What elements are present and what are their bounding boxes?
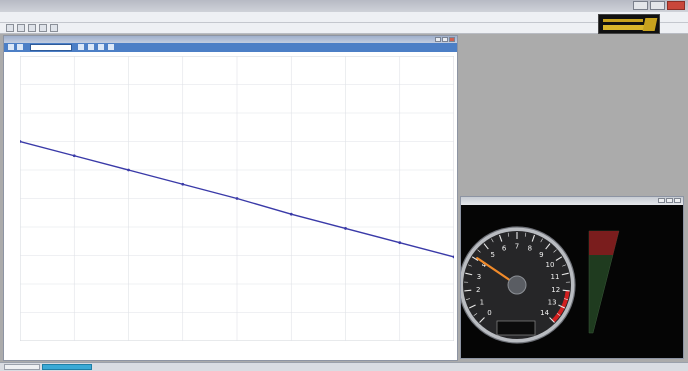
taskbar-tab-2[interactable] <box>42 364 92 370</box>
gauge-window: 01234567891011121314 <box>460 196 684 359</box>
data-point[interactable] <box>290 213 293 216</box>
menu-item-3[interactable] <box>88 13 116 22</box>
menu-item-2[interactable] <box>52 13 80 22</box>
gauge-window-title-bar <box>461 197 683 205</box>
gauge-maximize-button[interactable] <box>666 198 673 203</box>
chart-status-line <box>7 350 454 358</box>
taskbar-tab-1[interactable] <box>4 364 40 370</box>
chart-maximize-button[interactable] <box>442 37 448 42</box>
gauge-readout-box <box>497 321 535 335</box>
gauge-tick-label: 3 <box>477 273 481 281</box>
gauge-tick <box>464 290 471 291</box>
data-point[interactable] <box>181 183 184 186</box>
gauge-panel: 01234567891011121314 <box>461 205 683 358</box>
gauge-tick-label: 2 <box>476 286 480 294</box>
gauge-tick-label: 11 <box>551 273 560 281</box>
menu-item-4[interactable] <box>124 13 152 22</box>
chart-play-icon[interactable] <box>8 44 14 50</box>
menu-item-5[interactable] <box>160 13 188 22</box>
gauge-tick <box>563 290 570 291</box>
gauge-tick-label: 12 <box>551 286 560 294</box>
new-file-icon[interactable] <box>6 24 14 32</box>
gauge-tick-label: 5 <box>490 251 494 259</box>
gauge-tick-label: 9 <box>539 251 543 259</box>
chart-minimize-button[interactable] <box>435 37 441 42</box>
data-point[interactable] <box>127 169 130 172</box>
chart-zoom-icon[interactable] <box>78 44 84 50</box>
gauge-hub <box>508 276 526 294</box>
line-chart[interactable] <box>20 56 454 341</box>
data-point[interactable] <box>73 154 76 157</box>
print-icon[interactable] <box>39 24 47 32</box>
gauge-minimize-button[interactable] <box>658 198 665 203</box>
data-point[interactable] <box>344 227 347 230</box>
chart-window <box>3 35 458 361</box>
tool-bar <box>0 23 688 34</box>
chart-export-icon[interactable] <box>98 44 104 50</box>
data-point[interactable] <box>236 197 239 200</box>
menu-bar <box>0 12 688 23</box>
gauge-tick-label: 7 <box>515 243 519 251</box>
chart-close-button[interactable] <box>449 37 455 42</box>
chart-grid-icon[interactable] <box>88 44 94 50</box>
gauge-close-button[interactable] <box>674 198 681 203</box>
menu-item-6[interactable] <box>196 13 224 22</box>
settings-icon[interactable] <box>50 24 58 32</box>
brand-logo <box>598 14 660 34</box>
gauge-tick-label: 10 <box>546 261 555 269</box>
chart-settings-icon[interactable] <box>108 44 114 50</box>
chart-value-input[interactable] <box>30 44 72 51</box>
menu-item-1[interactable] <box>16 13 44 22</box>
app-title <box>16 2 176 9</box>
open-folder-icon[interactable] <box>17 24 25 32</box>
save-icon[interactable] <box>28 24 36 32</box>
level-meter-high-zone <box>589 231 619 255</box>
app-title-bar <box>0 0 688 12</box>
data-point[interactable] <box>398 241 401 244</box>
gauge-tick-label: 13 <box>548 298 557 306</box>
chart-pause-icon[interactable] <box>17 44 23 50</box>
gauge-tick-label: 1 <box>480 298 484 306</box>
maximize-button[interactable] <box>650 1 665 10</box>
chart-window-title-bar <box>4 36 457 43</box>
gauge-tick-label: 8 <box>528 245 532 253</box>
chart-toolbar <box>4 43 457 52</box>
minimize-button[interactable] <box>633 1 648 10</box>
gauge-tick-label: 6 <box>502 245 507 253</box>
close-button[interactable] <box>667 1 685 10</box>
gauge-tick-label: 0 <box>487 309 491 317</box>
gauge-tick-label: 14 <box>540 309 549 317</box>
